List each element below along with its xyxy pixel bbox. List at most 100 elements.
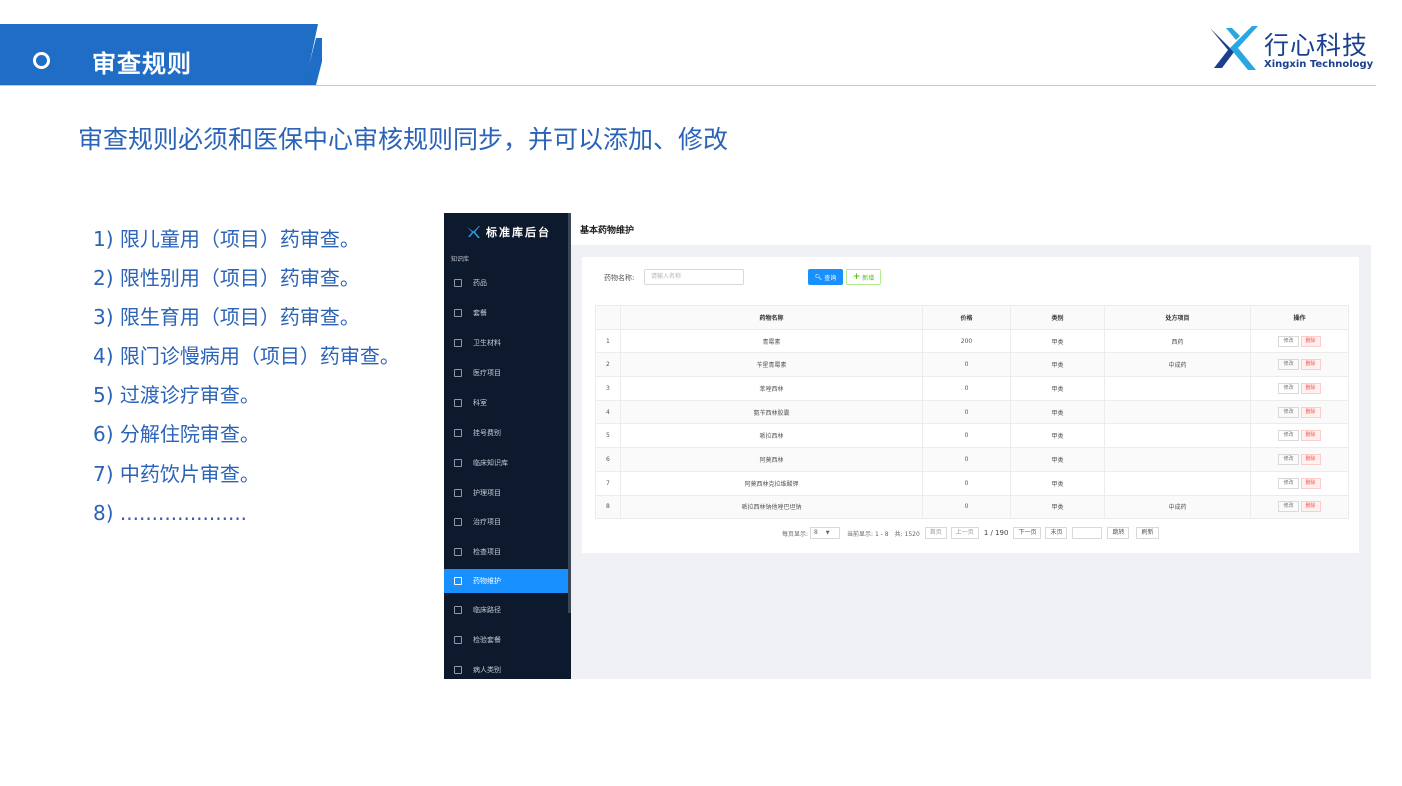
flask-icon <box>454 636 462 644</box>
slide-subtitle: 审查规则必须和医保中心审核规则同步，并可以添加、修改 <box>78 125 729 154</box>
drug-name-cell: 青霉素 <box>620 328 923 354</box>
rule-item: 6) 分解住院审查。 <box>93 422 260 447</box>
sidebar-item[interactable]: 治疗项目 <box>444 510 568 534</box>
per-page-label: 每页显示: <box>782 530 809 538</box>
last-page-button[interactable]: 末页 <box>1045 527 1068 539</box>
delete-button[interactable]: 删除 <box>1300 335 1321 347</box>
drug-name-cell: 苯唑西林 <box>620 376 923 401</box>
actions-cell: 修改 删除 <box>1250 352 1349 378</box>
row-index: 4 <box>595 399 621 425</box>
add-button[interactable]: + 新增 <box>846 269 881 285</box>
header-divider <box>0 85 1376 86</box>
drug-name-cell: 阿莫西林 <box>620 447 923 472</box>
actions-cell: 修改 删除 <box>1250 494 1349 520</box>
sidebar-item[interactable]: 检查项目 <box>444 540 568 564</box>
price-cell: 0 <box>922 447 1011 472</box>
jump-button[interactable]: 跳转 <box>1107 527 1130 539</box>
sidebar-item[interactable]: 套餐 <box>444 301 568 325</box>
sidebar-item[interactable]: 临床路径 <box>444 598 568 622</box>
rx-cell: 中成药 <box>1104 352 1251 378</box>
price-cell: 0 <box>922 376 1011 401</box>
total-count: 共: 1520 <box>894 530 920 538</box>
price-cell: 200 <box>922 328 1011 354</box>
drug-name-input[interactable]: 请输入名称 <box>644 269 744 285</box>
sidebar-item-label: 护理项目 <box>473 489 501 497</box>
delete-button[interactable]: 删除 <box>1300 406 1321 418</box>
caret-down-icon: ▼ <box>825 530 830 536</box>
brand-logo-icon <box>467 225 480 238</box>
edit-button[interactable]: 修改 <box>1278 430 1299 442</box>
sidebar-item[interactable]: 药物维护 <box>444 569 568 593</box>
rule-item: 3) 限生育用（项目）药审查。 <box>93 305 360 330</box>
category-cell: 甲类 <box>1010 352 1105 378</box>
category-cell: 甲类 <box>1010 376 1105 401</box>
column-header: 操作 <box>1250 305 1349 330</box>
delete-button[interactable]: 删除 <box>1300 430 1321 442</box>
delete-button[interactable]: 删除 <box>1300 501 1321 513</box>
main-content: 基本药物维护 药物名称: 请输入名称 🔍︎ 查询 + 新增 药物名称 价格 类别… <box>571 213 1371 679</box>
sidebar-item[interactable]: 检验套餐 <box>444 628 568 652</box>
sidebar-item-label: 检验套餐 <box>473 636 501 644</box>
sidebar-item[interactable]: 药品 <box>444 271 568 295</box>
row-index: 7 <box>595 470 621 496</box>
rx-cell <box>1104 423 1251 449</box>
sidebar-item[interactable]: 挂号费别 <box>444 421 568 445</box>
edit-button[interactable]: 修改 <box>1278 359 1299 371</box>
price-cell: 0 <box>922 470 1011 496</box>
query-button-label: 查询 <box>824 274 837 282</box>
column-header[interactable]: 价格 <box>922 305 1011 330</box>
sidebar-item[interactable]: 医疗项目 <box>444 361 568 385</box>
app-brand[interactable]: 标准库后台 <box>444 213 571 250</box>
rx-cell <box>1104 447 1251 472</box>
refresh-button[interactable]: 刷新 <box>1136 527 1159 539</box>
sidebar-item-label: 药物维护 <box>473 577 501 585</box>
per-page-select[interactable]: 8 ▼ <box>810 527 841 539</box>
sidebar-item[interactable]: 护理项目 <box>444 481 568 505</box>
column-header[interactable]: 处方项目 <box>1104 305 1251 330</box>
jump-page-input[interactable] <box>1072 527 1103 539</box>
sidebar-item[interactable]: 卫生材料 <box>444 331 568 355</box>
sidebar-item-label: 临床知识库 <box>473 459 508 467</box>
table-row: 2 苄星青霉素 0 甲类 中成药 修改 删除 <box>595 352 1349 378</box>
column-header[interactable]: 药物名称 <box>620 305 923 330</box>
delete-button[interactable]: 删除 <box>1300 477 1321 489</box>
sidebar-item[interactable]: 病人类别 <box>444 658 568 679</box>
query-button[interactable]: 🔍︎ 查询 <box>808 269 843 285</box>
book-icon <box>454 459 462 467</box>
delete-button[interactable]: 删除 <box>1300 359 1321 371</box>
edit-button[interactable]: 修改 <box>1278 501 1299 513</box>
sidebar-item[interactable]: 科室 <box>444 391 568 415</box>
ticket-icon <box>454 429 462 437</box>
category-cell: 甲类 <box>1010 447 1105 472</box>
puzzle-icon <box>454 577 462 585</box>
edit-button[interactable]: 修改 <box>1278 453 1299 465</box>
prev-page-button[interactable]: 上一页 <box>950 527 979 539</box>
delete-button[interactable]: 删除 <box>1300 453 1321 465</box>
actions-cell: 修改 删除 <box>1250 399 1349 425</box>
rule-item: 7) 中药饮片审查。 <box>93 461 260 486</box>
drug-name-cell: 哌拉西林钠他唑巴坦钠 <box>620 494 923 520</box>
title-bullet-circle <box>33 52 50 69</box>
delete-button[interactable]: 删除 <box>1300 382 1321 394</box>
content-panel: 药物名称: 请输入名称 🔍︎ 查询 + 新增 药物名称 价格 类别 处方项目 操… <box>582 257 1359 553</box>
rule-list: 1) 限儿童用（项目）药审查。 2) 限性别用（项目）药审查。 3) 限生育用（… <box>93 226 400 539</box>
first-page-button[interactable]: 首页 <box>924 527 947 539</box>
next-page-button[interactable]: 下一页 <box>1013 527 1042 539</box>
sidebar-item-label: 套餐 <box>473 309 487 317</box>
edit-button[interactable]: 修改 <box>1278 477 1299 489</box>
category-cell: 甲类 <box>1010 494 1105 520</box>
drug-name-cell: 哌拉西林 <box>620 423 923 449</box>
row-index: 3 <box>595 376 621 401</box>
drug-table: 药物名称 价格 类别 处方项目 操作 1 青霉素 200 甲类 西药 修改 删除 2 苄星青霉素… <box>595 305 1349 520</box>
table-row: 7 阿莫西林克拉维酸钾 0 甲类 修改 删除 <box>595 470 1349 496</box>
rx-cell <box>1104 376 1251 401</box>
edit-button[interactable]: 修改 <box>1278 406 1299 418</box>
app-brand-label: 标准库后台 <box>486 225 551 239</box>
page-info: 1 / 190 <box>983 529 1009 537</box>
column-header[interactable]: 类别 <box>1010 305 1105 330</box>
sidebar-item-label: 挂号费别 <box>473 429 501 437</box>
edit-button[interactable]: 修改 <box>1278 335 1299 347</box>
edit-button[interactable]: 修改 <box>1278 382 1299 394</box>
xingxin-logo-icon <box>1210 26 1258 70</box>
sidebar-item[interactable]: 临床知识库 <box>444 451 568 475</box>
